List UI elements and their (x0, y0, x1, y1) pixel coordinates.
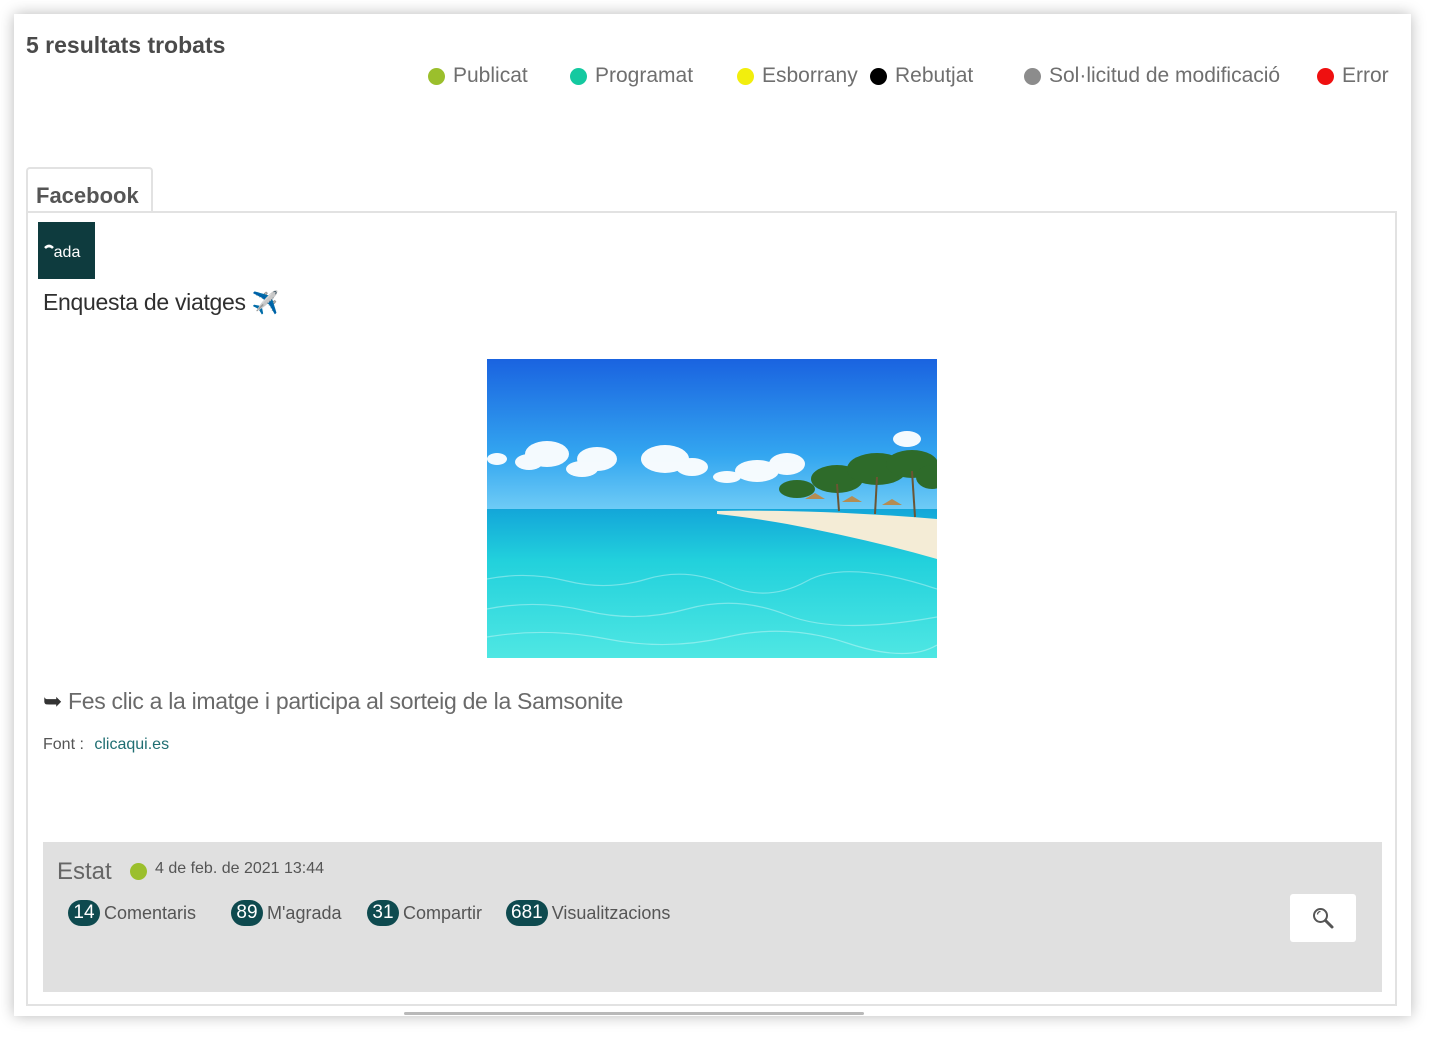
post-image[interactable] (487, 359, 937, 658)
search-icon (1313, 908, 1334, 929)
source-label: Font (43, 736, 76, 753)
ada-logo: ada (43, 244, 80, 261)
account-avatar: ada (38, 222, 95, 279)
stat-likes-count: 89 (231, 900, 263, 926)
source-line: Font : clicaqui.es (43, 736, 169, 754)
legend-dot-esborrany (737, 67, 754, 85)
status-label: Estat (57, 858, 112, 885)
source-link[interactable]: clicaqui.es (94, 736, 169, 753)
legend-label-error: Error (1342, 64, 1389, 87)
results-count-title: 5 resultats trobats (26, 32, 226, 58)
legend-item-publicat: Publicat (428, 64, 528, 88)
status-date: 4 de feb. de 2021 13:44 (155, 860, 325, 877)
stat-shares-label: Compartir (403, 902, 483, 923)
legend-label-sollicitud: Sol·licitud de modificació (1049, 64, 1281, 87)
post-text-body: Fes clic a la imatge i participa al sort… (67, 688, 623, 714)
post-text: ➥ Fes clic a la imatge i participa al sor… (43, 688, 623, 715)
stat-comments-label: Comentaris (104, 902, 197, 923)
status-legend: Publicat Programat Esborrany Rebutjat So… (426, 64, 1391, 92)
view-post-button[interactable] (1290, 894, 1356, 942)
post-title-text: Enquesta de viatges (43, 289, 246, 315)
horizontal-scrollbar[interactable] (404, 1012, 864, 1015)
post-title: Enquesta de viatges ✈️ (43, 289, 279, 316)
legend-label-esborrany: Esborrany (762, 64, 858, 87)
source-separator: : (79, 736, 84, 753)
legend-item-programat: Programat (570, 64, 693, 88)
legend-item-esborrany: Esborrany (737, 64, 858, 88)
legend-item-rebutjat: Rebutjat (870, 64, 973, 88)
results-card: 5 resultats trobats Publicat Programat E… (14, 14, 1411, 1016)
legend-dot-error (1317, 67, 1334, 85)
status-bar: Estat 4 de feb. de 2021 13:44 14 Comenta… (43, 842, 1382, 992)
stat-views-label: Visualitzacions (551, 902, 671, 923)
legend-dot-publicat (428, 67, 445, 85)
legend-label-publicat: Publicat (453, 64, 528, 87)
legend-label-rebutjat: Rebutjat (895, 64, 974, 87)
tab-facebook[interactable]: Facebook (26, 167, 153, 211)
legend-dot-rebutjat (870, 67, 887, 85)
stat-views: 681 Visualitzacions (506, 900, 670, 926)
stat-shares: 31 Compartir (367, 900, 482, 926)
stat-comments-count: 14 (68, 900, 100, 926)
stat-views-count: 681 (506, 900, 548, 926)
stat-likes: 89 M'agrada (231, 900, 341, 926)
beach-photo (487, 359, 937, 658)
status-dot (130, 863, 147, 880)
post-panel: ada Enquesta de viatges ✈️ ➥ Fes clic a … (26, 211, 1397, 1006)
legend-item-error: Error (1317, 64, 1389, 88)
stat-shares-count: 31 (367, 900, 399, 926)
legend-item-sollicitud: Sol·licitud de modificació (1024, 64, 1280, 88)
arrow-icon: ➥ (43, 688, 62, 714)
airplane-icon: ✈️ (251, 290, 279, 315)
legend-dot-sollicitud (1024, 67, 1041, 85)
ada-logo-text: ada (53, 244, 80, 261)
stat-comments: 14 Comentaris (68, 900, 196, 926)
legend-label-programat: Programat (595, 64, 694, 87)
stat-likes-label: M'agrada (267, 902, 342, 923)
legend-dot-programat (570, 67, 587, 85)
